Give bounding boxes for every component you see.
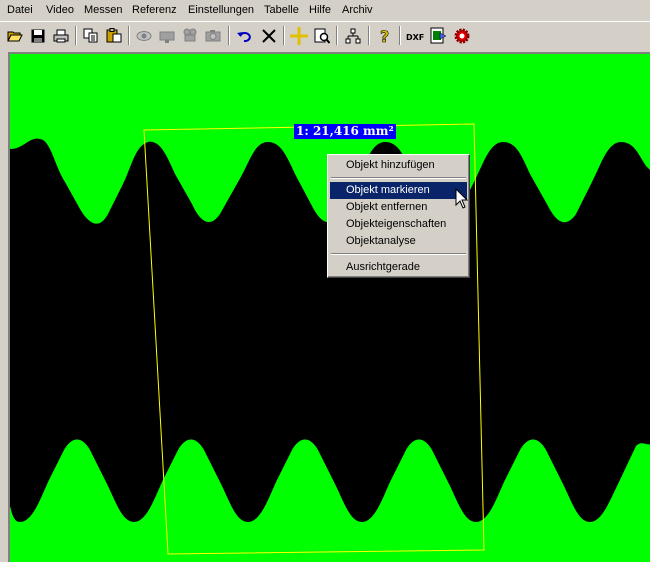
video-camera-icon[interactable]: [179, 25, 200, 46]
svg-text:?: ?: [380, 27, 389, 44]
open-folder-icon[interactable]: [4, 25, 25, 46]
help-question-icon[interactable]: ?: [374, 25, 395, 46]
menu-item-objekt-entfernen[interactable]: Objekt entfernen: [330, 199, 467, 216]
menu-item-objektanalyse[interactable]: Objektanalyse: [330, 233, 467, 250]
menu-separator: [331, 253, 466, 255]
menu-item-objekteigenschaften[interactable]: Objekteigenschaften: [330, 216, 467, 233]
menu-hilfe[interactable]: Hilfe: [309, 4, 331, 16]
copy-icon[interactable]: [80, 25, 101, 46]
page-preview-icon[interactable]: [311, 25, 332, 46]
mouse-pointer-icon: [455, 188, 469, 209]
crosshair-icon[interactable]: [288, 25, 309, 46]
paste-icon[interactable]: [103, 25, 124, 46]
measurement-canvas[interactable]: 1: 21,416 mm²: [8, 52, 650, 562]
save-disk-icon[interactable]: [27, 25, 48, 46]
area-measurement-label: 1: 21,416 mm²: [294, 124, 396, 139]
tree-hierarchy-icon[interactable]: [342, 25, 363, 46]
menu-bar: Datei Video Messen Referenz Einstellunge…: [0, 0, 650, 21]
gear-settings-icon[interactable]: [451, 25, 472, 46]
menu-tabelle[interactable]: Tabelle: [264, 4, 299, 16]
menu-video[interactable]: Video: [46, 4, 74, 16]
dxf-label: DXF: [406, 33, 424, 42]
menu-item-ausrichtgerade[interactable]: Ausrichtgerade: [330, 259, 467, 276]
context-menu: Objekt hinzufügen Objekt markieren Objek…: [327, 154, 470, 278]
menu-item-objekt-hinzufuegen[interactable]: Objekt hinzufügen: [330, 157, 467, 174]
menu-archiv[interactable]: Archiv: [342, 4, 373, 16]
menu-separator: [331, 177, 466, 179]
undo-icon[interactable]: [234, 25, 255, 46]
menu-datei[interactable]: Datei: [7, 4, 33, 16]
camera-snapshot-icon[interactable]: [202, 25, 223, 46]
menu-item-objekt-markieren[interactable]: Objekt markieren: [330, 182, 467, 199]
delete-x-icon[interactable]: [258, 25, 279, 46]
camera-icon[interactable]: [156, 25, 177, 46]
menu-referenz[interactable]: Referenz: [132, 4, 177, 16]
eye-icon[interactable]: [133, 25, 154, 46]
print-icon[interactable]: [50, 25, 71, 46]
menu-einstellungen[interactable]: Einstellungen: [188, 4, 254, 16]
menu-messen[interactable]: Messen: [84, 4, 123, 16]
excel-export-icon[interactable]: [428, 25, 449, 46]
toolbar: ? DXF: [0, 21, 650, 50]
dxf-export-icon[interactable]: DXF: [405, 25, 426, 46]
